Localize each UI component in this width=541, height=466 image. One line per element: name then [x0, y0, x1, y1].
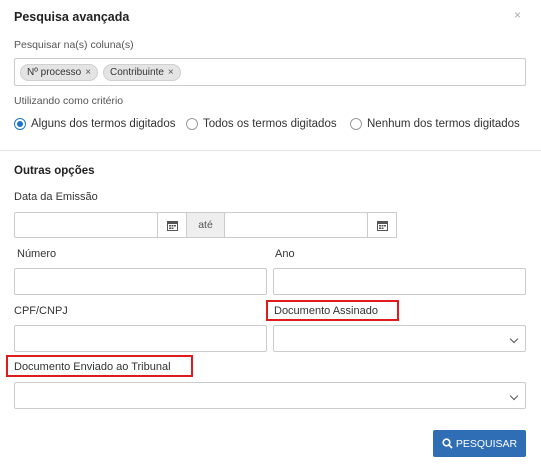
columns-tag-input[interactable]: Nº processo × Contribuinte ×	[14, 58, 526, 86]
ano-label: Ano	[275, 248, 295, 260]
radio-icon	[350, 118, 362, 130]
numero-input[interactable]	[14, 268, 267, 295]
section-title: Outras opções	[14, 165, 95, 177]
ate-addon: até	[186, 212, 225, 238]
documento-enviado-label: Documento Enviado ao Tribunal	[14, 361, 171, 373]
radio-nenhum[interactable]: Nenhum dos termos digitados	[350, 118, 520, 130]
tag-remove-icon[interactable]: ×	[168, 67, 174, 78]
radio-label: Todos os termos digitados	[203, 118, 337, 130]
calendar-icon[interactable]	[157, 212, 187, 238]
cpf-cnpj-input[interactable]	[14, 325, 267, 352]
radio-icon	[186, 118, 198, 130]
radio-todos[interactable]: Todos os termos digitados	[186, 118, 337, 130]
ano-input[interactable]	[273, 268, 526, 295]
close-icon[interactable]: ×	[514, 8, 521, 22]
data-emissao-label: Data da Emissão	[14, 191, 98, 203]
data-emissao-start-input[interactable]	[14, 212, 158, 238]
documento-assinado-label: Documento Assinado	[274, 305, 378, 317]
calendar-icon[interactable]	[367, 212, 397, 238]
cpf-cnpj-label: CPF/CNPJ	[14, 305, 68, 317]
radio-alguns[interactable]: Alguns dos termos digitados	[14, 118, 175, 130]
divider	[0, 150, 541, 151]
documento-assinado-select[interactable]	[273, 325, 526, 352]
tag-contribuinte: Contribuinte ×	[103, 64, 181, 81]
search-button[interactable]: PESQUISAR	[433, 430, 526, 457]
modal-title: Pesquisa avançada	[14, 10, 130, 24]
tag-label: Nº processo	[27, 67, 82, 78]
tag-remove-icon[interactable]: ×	[85, 67, 91, 78]
radio-label: Nenhum dos termos digitados	[367, 118, 520, 130]
search-button-label: PESQUISAR	[455, 437, 518, 450]
tag-numero-processo: Nº processo ×	[20, 64, 99, 81]
search-icon	[442, 438, 453, 449]
tag-label: Contribuinte	[110, 67, 164, 78]
criteria-label: Utilizando como critério	[14, 95, 124, 107]
radio-label: Alguns dos termos digitados	[31, 118, 176, 130]
documento-enviado-select[interactable]	[14, 382, 526, 409]
chevron-down-icon	[509, 391, 519, 400]
data-emissao-end-input[interactable]	[224, 212, 368, 238]
radio-selected-icon	[14, 118, 26, 130]
numero-label: Número	[17, 248, 57, 260]
chevron-down-icon	[509, 334, 519, 343]
columns-label: Pesquisar na(s) coluna(s)	[14, 39, 134, 51]
